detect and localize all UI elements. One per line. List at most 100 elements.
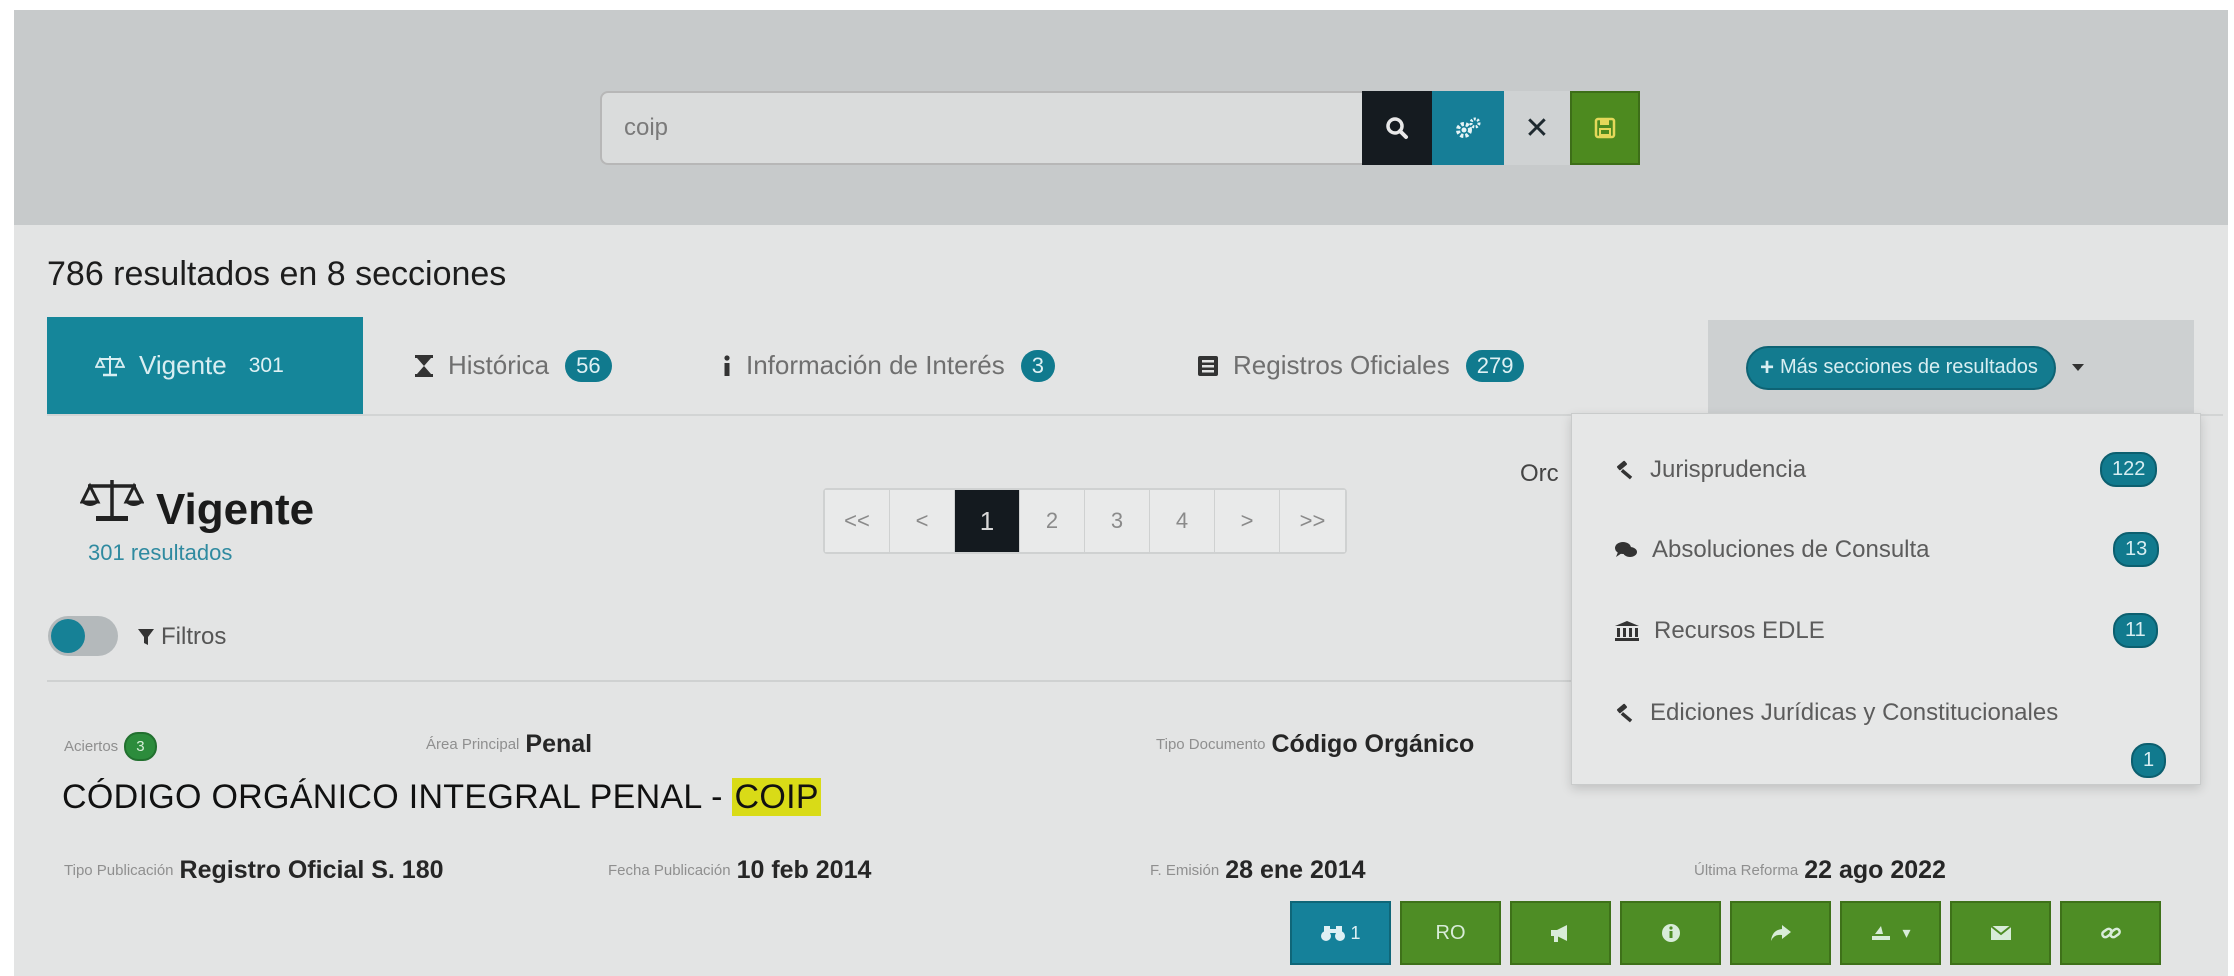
gavel-icon [1614, 460, 1636, 480]
info-button[interactable] [1620, 901, 1721, 965]
hourglass-icon [414, 354, 434, 378]
tab-count: 301 [248, 353, 284, 377]
caret-down-icon: ▾ [1902, 925, 1911, 942]
ultima-reforma-label: Última Reforma [1694, 862, 1799, 879]
aciertos-badge: 3 [124, 732, 157, 761]
link-button[interactable] [2060, 901, 2161, 965]
dropdown-item-label: Recursos EDLE [1654, 617, 1825, 644]
dropdown-item-ediciones-juridicas[interactable]: Ediciones Jurídicas y Constitucionales [1614, 699, 2058, 727]
tab-count: 279 [1465, 349, 1525, 382]
download-icon [1872, 926, 1891, 940]
results-divider [47, 680, 1571, 682]
caret-down-icon[interactable] [2071, 364, 2084, 371]
search-icon [1386, 117, 1408, 139]
filters-toggle[interactable] [48, 616, 118, 656]
download-menu-button[interactable]: ▾ [1840, 901, 1941, 965]
document-title[interactable]: CÓDIGO ORGÁNICO INTEGRAL PENAL - COIP [62, 778, 821, 817]
more-sections-tab: + Más secciones de resultados [1708, 320, 2194, 415]
ro-button[interactable]: RO [1400, 901, 1501, 965]
filters-control[interactable]: Filtros [137, 623, 226, 651]
save-search-button[interactable] [1570, 91, 1640, 165]
page-3[interactable]: 3 [1085, 490, 1150, 552]
save-icon [1594, 117, 1616, 139]
search-group: ✕ [600, 91, 1654, 165]
filters-label: Filtros [161, 623, 227, 650]
aciertos-label: Aciertos [64, 738, 119, 755]
filter-icon [137, 627, 155, 647]
order-label: Orc [1520, 460, 1559, 487]
fecha-emision-value: 28 ene 2014 [1225, 856, 1366, 884]
info-icon [722, 354, 732, 378]
tipo-documento-field: Tipo Documento Código Orgánico [1156, 730, 1474, 759]
cogs-icon [1456, 117, 1481, 138]
document-title-text: CÓDIGO ORGÁNICO INTEGRAL PENAL - [62, 778, 733, 816]
aciertos-field: Aciertos 3 [64, 732, 157, 761]
tab-informacion-de-interes[interactable]: Información de Interés 3 [722, 317, 1055, 414]
fecha-publicacion-field: Fecha Publicación 10 feb 2014 [608, 856, 871, 885]
balance-scale-icon [79, 476, 145, 529]
dropdown-item-absoluciones-de-consulta[interactable]: Absoluciones de Consulta [1614, 536, 1930, 564]
fecha-publicacion-value: 10 feb 2014 [736, 856, 872, 884]
bullhorn-icon [1550, 925, 1567, 942]
tab-label: Vigente [139, 350, 227, 380]
balance-scale-icon [95, 354, 125, 378]
ultima-reforma-field: Última Reforma 22 ago 2022 [1694, 856, 1946, 885]
search-button[interactable] [1362, 91, 1432, 165]
tipo-publicacion-field: Tipo Publicación Registro Oficial S. 180 [64, 856, 444, 885]
fecha-emision-label: F. Emisión [1150, 862, 1220, 879]
page-1[interactable]: 1 [955, 490, 1020, 552]
dropdown-item-recursos-edle[interactable]: Recursos EDLE [1614, 617, 1825, 645]
envelope-icon [1989, 925, 2012, 940]
page-next[interactable]: > [1215, 490, 1280, 552]
dropdown-item-jurisprudencia[interactable]: Jurisprudencia [1614, 456, 1806, 484]
more-sections-dropdown: Jurisprudencia 122 Absoluciones de Consu… [1571, 413, 2201, 785]
announce-button[interactable] [1510, 901, 1611, 965]
page-first[interactable]: << [825, 490, 890, 552]
ultima-reforma-value: 22 ago 2022 [1804, 856, 1946, 884]
more-sections-button[interactable]: + Más secciones de resultados [1746, 345, 2056, 390]
dropdown-item-count: 11 [2113, 613, 2158, 648]
page-2[interactable]: 2 [1020, 490, 1085, 552]
plus-icon: + [1760, 353, 1775, 381]
results-summary: 786 resultados en 8 secciones [47, 255, 507, 293]
dropdown-item-label: Jurisprudencia [1650, 456, 1807, 483]
app-frame: ✕ 786 resultados en 8 secciones Vigente … [14, 10, 2228, 976]
page-4[interactable]: 4 [1150, 490, 1215, 552]
search-highlight: COIP [732, 778, 821, 816]
tab-vigente[interactable]: Vigente 301 [47, 317, 363, 414]
tab-historica[interactable]: Histórica 56 [414, 317, 612, 414]
tipo-publicacion-value: Registro Oficial S. 180 [179, 856, 444, 884]
view-count: 1 [1350, 922, 1361, 943]
info-circle-icon [1661, 924, 1680, 942]
search-input[interactable] [600, 91, 1362, 165]
area-field: Área Principal Penal [426, 730, 592, 759]
area-label: Área Principal [426, 736, 520, 753]
tab-registros-oficiales[interactable]: Registros Oficiales 279 [1197, 317, 1525, 414]
tab-label: Histórica [448, 350, 550, 380]
tab-label: Registros Oficiales [1233, 350, 1450, 380]
dropdown-item-count: 1 [2131, 743, 2167, 778]
fecha-publicacion-label: Fecha Publicación [608, 862, 731, 879]
email-button[interactable] [1950, 901, 2051, 965]
advanced-search-button[interactable] [1432, 91, 1504, 165]
page-last[interactable]: >> [1280, 490, 1345, 552]
dropdown-item-count: 122 [2100, 452, 2158, 487]
dropdown-item-label: Absoluciones de Consulta [1652, 536, 1930, 563]
gavel-icon [1614, 703, 1636, 723]
tab-count: 3 [1020, 349, 1055, 382]
tipo-documento-label: Tipo Documento [1156, 736, 1266, 753]
result-actions: 1 RO ▾ [1290, 901, 2161, 965]
ro-label: RO [1435, 921, 1466, 944]
view-document-button[interactable]: 1 [1290, 901, 1391, 965]
page-prev[interactable]: < [890, 490, 955, 552]
area-value: Penal [525, 730, 593, 758]
tipo-documento-value: Código Orgánico [1271, 730, 1475, 758]
pagination: << < 1 2 3 4 > >> [823, 488, 1347, 554]
dropdown-item-label: Ediciones Jurídicas y Constitucionales [1650, 699, 2059, 726]
clear-search-button[interactable]: ✕ [1504, 91, 1570, 165]
share-button[interactable] [1730, 901, 1831, 965]
link-icon [2100, 927, 2121, 939]
more-sections-label: Más secciones de resultados [1780, 356, 2038, 378]
newspaper-icon [1197, 354, 1219, 378]
dropdown-item-count: 13 [2113, 532, 2160, 567]
